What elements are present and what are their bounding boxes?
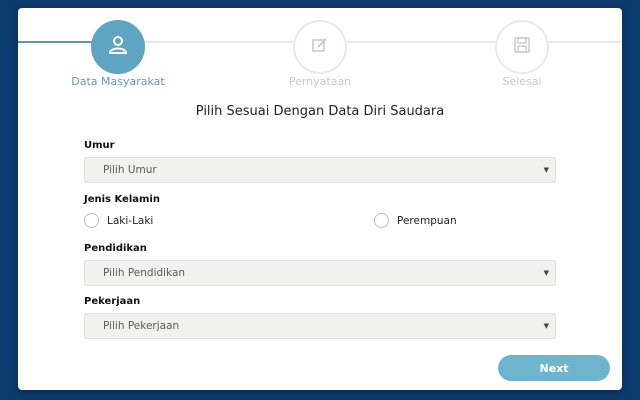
radio-label: Perempuan bbox=[397, 214, 457, 227]
umur-value: Pilih Umur bbox=[103, 164, 157, 176]
umur-label: Umur bbox=[84, 140, 115, 151]
chevron-down-icon: ▼ bbox=[543, 322, 549, 330]
pekerjaan-label: Pekerjaan bbox=[84, 296, 141, 307]
radio-perempuan[interactable]: Perempuan bbox=[374, 213, 457, 228]
next-button[interactable]: Next bbox=[498, 355, 610, 381]
pekerjaan-select[interactable]: Pilih Pekerjaan ▼ bbox=[84, 313, 556, 339]
pendidikan-value: Pilih Pendidikan bbox=[103, 267, 186, 279]
chevron-down-icon: ▼ bbox=[543, 166, 549, 174]
step-pernyataan[interactable]: Pernyataan bbox=[260, 20, 380, 89]
jenis-kelamin-label: Jenis Kelamin bbox=[84, 194, 160, 205]
user-icon bbox=[107, 34, 129, 60]
step-label: Data Masyarakat bbox=[71, 75, 165, 88]
save-icon bbox=[513, 36, 531, 58]
step-label: Pernyataan bbox=[288, 75, 352, 88]
pekerjaan-value: Pilih Pekerjaan bbox=[103, 320, 180, 332]
edit-icon bbox=[311, 36, 329, 58]
step-circle bbox=[91, 20, 145, 74]
radio-laki-laki[interactable]: Laki-Laki bbox=[84, 213, 153, 228]
chevron-down-icon: ▼ bbox=[543, 269, 549, 277]
step-data-masyarakat[interactable]: Data Masyarakat bbox=[58, 20, 178, 89]
step-selesai[interactable]: Selesai bbox=[462, 20, 582, 89]
step-circle bbox=[495, 20, 549, 74]
form-card: Data Masyarakat Pernyataan Selesai Pilih… bbox=[18, 8, 622, 390]
pendidikan-select[interactable]: Pilih Pendidikan ▼ bbox=[84, 260, 556, 286]
pendidikan-label: Pendidikan bbox=[84, 243, 147, 254]
radio-label: Laki-Laki bbox=[107, 214, 154, 227]
radio-circle[interactable] bbox=[374, 213, 389, 228]
step-circle bbox=[293, 20, 347, 74]
step-label: Selesai bbox=[502, 75, 542, 88]
radio-circle[interactable] bbox=[84, 213, 99, 228]
form-heading: Pilih Sesuai Dengan Data Diri Saudara bbox=[195, 104, 445, 119]
umur-select[interactable]: Pilih Umur ▼ bbox=[84, 157, 556, 183]
